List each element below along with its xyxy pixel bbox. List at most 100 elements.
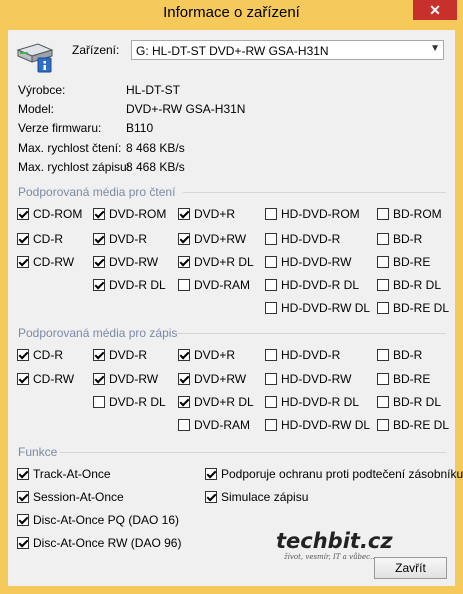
checkbox-bd-r-dl[interactable]: BD-R DL [377,278,441,292]
checkbox-label: DVD-R [109,348,147,362]
checkbox-label: BD-ROM [393,207,442,221]
checkbox-dvd-ram[interactable]: DVD-RAM [178,418,250,432]
checked-box-icon[interactable] [178,256,190,268]
unchecked-box-icon[interactable] [377,349,389,361]
checkbox-bd-r[interactable]: BD-R [377,232,422,246]
checkbox-bd-r[interactable]: BD-R [377,348,422,362]
checkbox-label: Session-At-Once [33,490,124,504]
checkbox-hd-dvd-rw[interactable]: HD-DVD-RW [265,255,351,269]
checkbox-dvd-r-dl[interactable]: DVD+R DL [178,255,254,269]
checkbox-label: BD-RE [393,255,431,269]
checked-box-icon[interactable] [17,468,29,480]
unchecked-box-icon[interactable] [265,208,277,220]
checked-box-icon[interactable] [178,208,190,220]
checkbox-dvd-rw[interactable]: DVD-RW [93,255,158,269]
checked-box-icon[interactable] [93,373,105,385]
window-title: Informace o zařízení [163,4,300,21]
checkbox-cd-rw[interactable]: CD-RW [17,255,74,269]
checked-box-icon[interactable] [17,491,29,503]
checkbox-cd-rom[interactable]: CD-ROM [17,207,82,221]
checkbox-bd-r-dl[interactable]: BD-R DL [377,395,441,409]
checkbox-dvd-rom[interactable]: DVD-ROM [93,207,166,221]
checked-box-icon[interactable] [17,208,29,220]
checkbox-bd-re[interactable]: BD-RE [377,372,430,386]
checkbox-hd-dvd-r[interactable]: HD-DVD-R [265,232,340,246]
unchecked-box-icon[interactable] [265,233,277,245]
checkbox-hd-dvd-r-dl[interactable]: HD-DVD-R DL [265,395,359,409]
checkbox-hd-dvd-r-dl[interactable]: HD-DVD-R DL [265,278,359,292]
checked-box-icon[interactable] [17,373,29,385]
checked-box-icon[interactable] [17,256,29,268]
checked-box-icon[interactable] [93,256,105,268]
checkbox-disc-at-once-pq-dao-16[interactable]: Disc-At-Once PQ (DAO 16) [17,513,179,527]
checked-box-icon[interactable] [93,349,105,361]
unchecked-box-icon[interactable] [93,396,105,408]
unchecked-box-icon[interactable] [377,208,389,220]
checkbox-dvd-r[interactable]: DVD+R [178,207,235,221]
checked-box-icon[interactable] [93,279,105,291]
checkbox-hd-dvd-r[interactable]: HD-DVD-R [265,348,340,362]
checkbox-cd-rw[interactable]: CD-RW [17,372,74,386]
close-button[interactable]: Zavřít [374,557,447,579]
unchecked-box-icon[interactable] [265,302,277,314]
checked-box-icon[interactable] [205,468,217,480]
checked-box-icon[interactable] [178,373,190,385]
checkbox-bd-re[interactable]: BD-RE [377,255,430,269]
unchecked-box-icon[interactable] [377,279,389,291]
unchecked-box-icon[interactable] [178,279,190,291]
unchecked-box-icon[interactable] [265,419,277,431]
checkbox-cd-r[interactable]: CD-R [17,348,63,362]
checked-box-icon[interactable] [17,537,29,549]
checkbox-bd-re-dl[interactable]: BD-RE DL [377,301,449,315]
checkbox-label: HD-DVD-RW [281,372,352,386]
checkbox-dvd-rw[interactable]: DVD-RW [93,372,158,386]
unchecked-box-icon[interactable] [265,396,277,408]
checkbox-dvd-r-dl[interactable]: DVD-R DL [93,278,166,292]
checked-box-icon[interactable] [17,514,29,526]
unchecked-box-icon[interactable] [265,279,277,291]
unchecked-box-icon[interactable] [265,349,277,361]
checkbox-dvd-r[interactable]: DVD-R [93,232,147,246]
checkbox-hd-dvd-rom[interactable]: HD-DVD-ROM [265,207,360,221]
unchecked-box-icon[interactable] [265,256,277,268]
checked-box-icon[interactable] [205,491,217,503]
checkbox-hd-dvd-rw-dl[interactable]: HD-DVD-RW DL [265,301,370,315]
checkbox-dvd-r[interactable]: DVD-R [93,348,147,362]
checked-box-icon[interactable] [93,208,105,220]
checked-box-icon[interactable] [178,396,190,408]
checkbox-dvd-rw[interactable]: DVD+RW [178,232,246,246]
checkbox-session-at-once[interactable]: Session-At-Once [17,490,124,504]
device-select[interactable]: G: HL-DT-ST DVD+-RW GSA-H31N ▼ [131,40,444,60]
unchecked-box-icon[interactable] [265,373,277,385]
unchecked-box-icon[interactable] [178,419,190,431]
checkbox-dvd-r-dl[interactable]: DVD-R DL [93,395,166,409]
checkbox-label: HD-DVD-ROM [281,207,360,221]
checked-box-icon[interactable] [178,233,190,245]
checked-box-icon[interactable] [17,233,29,245]
checkbox-track-at-once[interactable]: Track-At-Once [17,467,111,481]
checkbox-dvd-r[interactable]: DVD+R [178,348,235,362]
unchecked-box-icon[interactable] [377,233,389,245]
unchecked-box-icon[interactable] [377,396,389,408]
checkbox-bd-re-dl[interactable]: BD-RE DL [377,418,449,432]
unchecked-box-icon[interactable] [377,256,389,268]
checkbox-dvd-r-dl[interactable]: DVD+R DL [178,395,254,409]
unchecked-box-icon[interactable] [377,373,389,385]
checked-box-icon[interactable] [93,233,105,245]
unchecked-box-icon[interactable] [377,419,389,431]
checkbox-disc-at-once-rw-dao-96[interactable]: Disc-At-Once RW (DAO 96) [17,536,181,550]
info-label: Verze firmwaru: [18,121,102,135]
close-window-button[interactable]: ✕ [413,0,457,20]
checkbox-simulace-z-pisu[interactable]: Simulace zápisu [205,490,308,504]
checkbox-hd-dvd-rw[interactable]: HD-DVD-RW [265,372,351,386]
chevron-down-icon[interactable]: ▼ [430,43,440,54]
checkbox-dvd-rw[interactable]: DVD+RW [178,372,246,386]
checkbox-bd-rom[interactable]: BD-ROM [377,207,442,221]
checkbox-hd-dvd-rw-dl[interactable]: HD-DVD-RW DL [265,418,370,432]
checkbox-dvd-ram[interactable]: DVD-RAM [178,278,250,292]
unchecked-box-icon[interactable] [377,302,389,314]
checked-box-icon[interactable] [17,349,29,361]
checkbox-podporuje-ochranu-proti-podte-en-z-sobn-ku[interactable]: Podporuje ochranu proti podtečení zásobn… [205,467,463,481]
checkbox-cd-r[interactable]: CD-R [17,232,63,246]
checked-box-icon[interactable] [178,349,190,361]
